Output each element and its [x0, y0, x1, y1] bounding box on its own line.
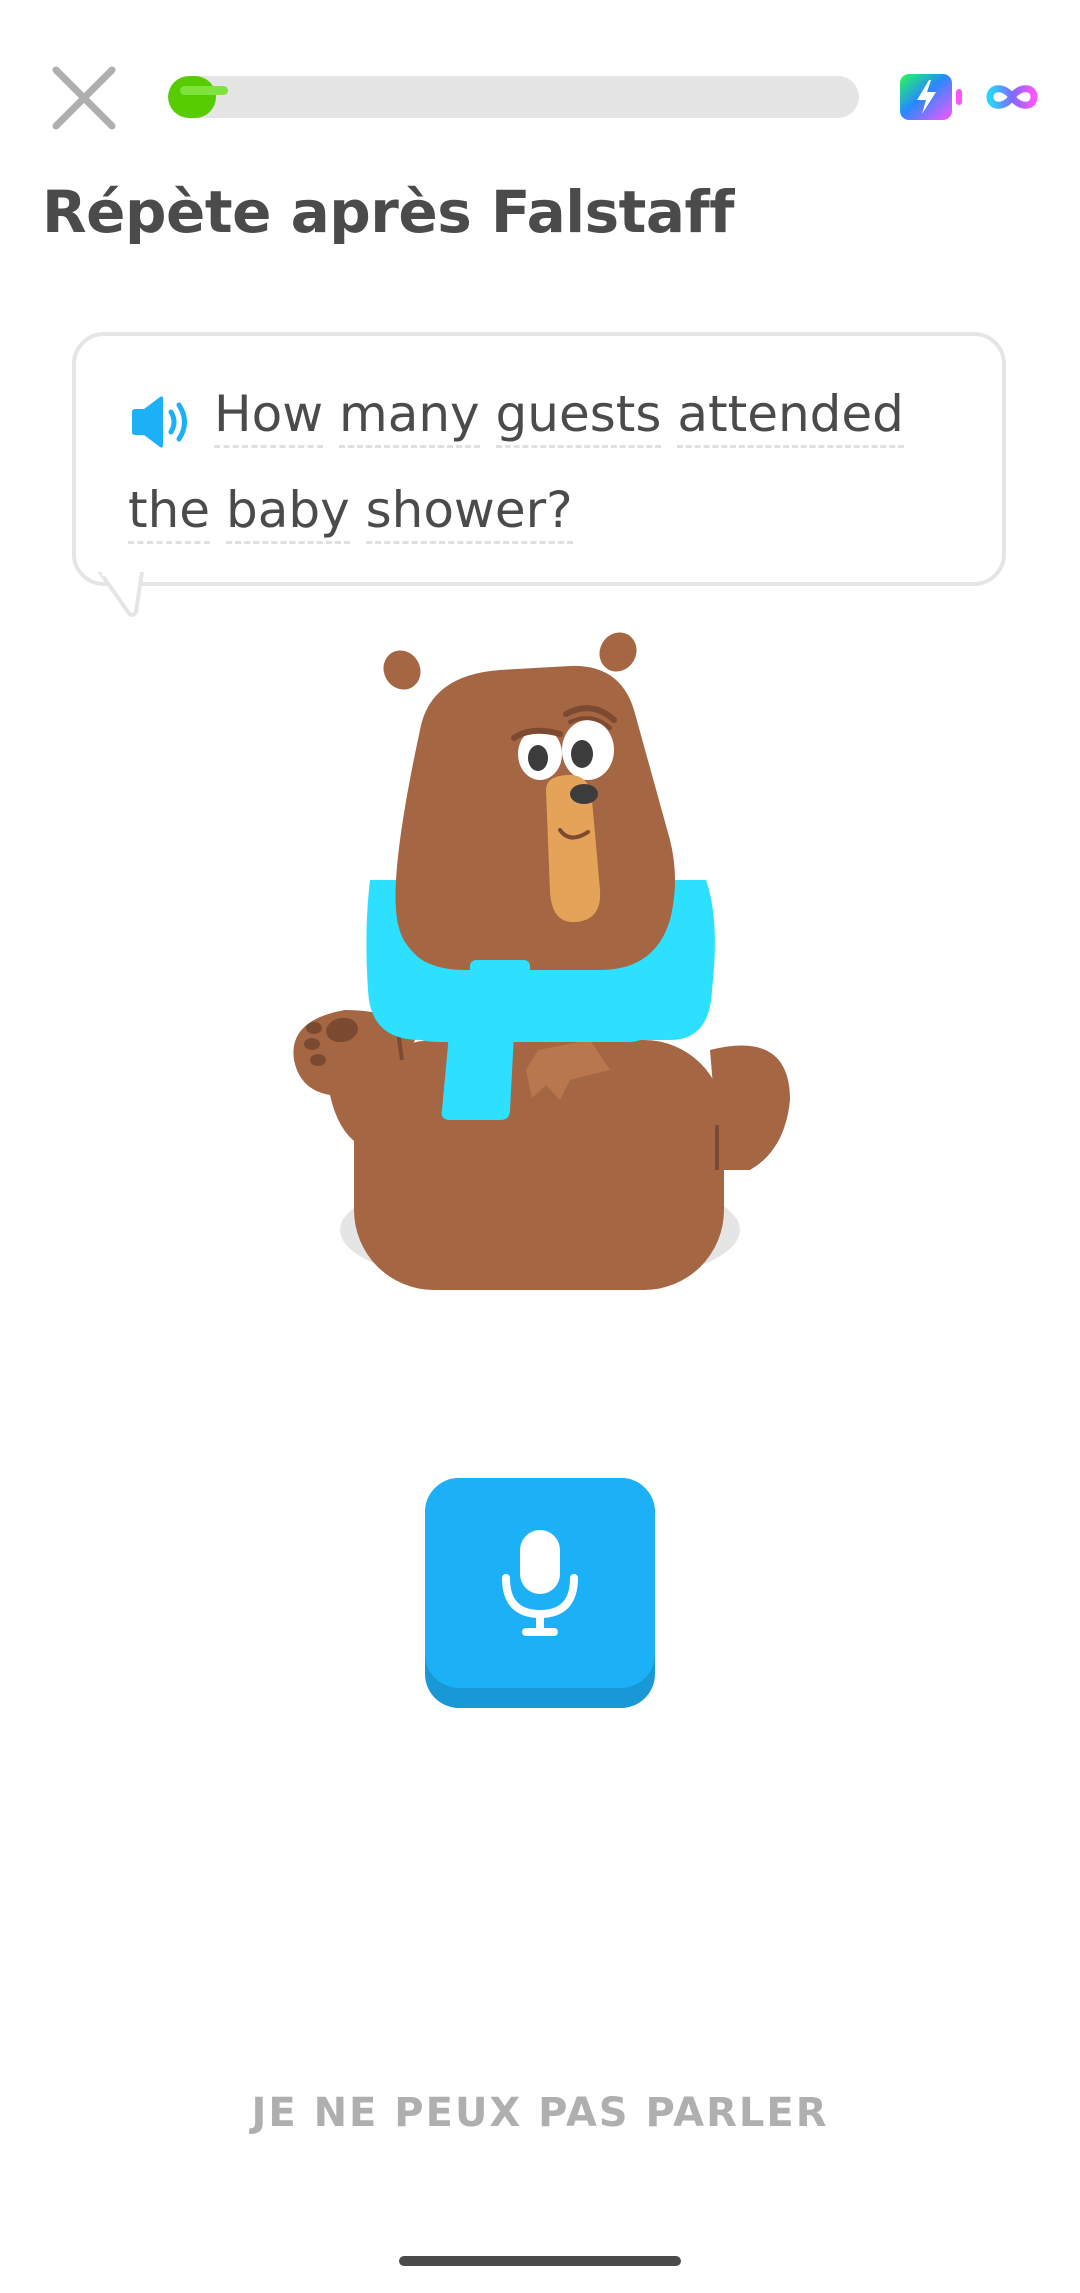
microphone-button[interactable] — [425, 1478, 655, 1708]
close-icon — [52, 66, 116, 130]
prompt-word[interactable]: How — [214, 385, 324, 448]
super-lightning-icon[interactable] — [900, 74, 964, 120]
progress-fill — [168, 76, 228, 118]
lesson-progress-bar — [168, 76, 859, 118]
prompt-word[interactable]: guests — [495, 385, 662, 448]
prompt-sentence: How many guests attended the baby shower… — [128, 366, 950, 558]
home-indicator[interactable] — [399, 2256, 681, 2266]
prompt-word[interactable]: shower? — [365, 481, 573, 544]
bubble-tail — [98, 572, 144, 617]
prompt-word[interactable]: the — [128, 481, 211, 544]
speaker-icon[interactable] — [128, 385, 192, 448]
close-button[interactable] — [48, 62, 120, 134]
infinity-icon[interactable] — [983, 80, 1041, 114]
page-title: Répète après Falstaff — [42, 178, 735, 246]
microphone-icon — [502, 1530, 578, 1636]
cant-speak-button[interactable]: JE NE PEUX PAS PARLER — [0, 2090, 1080, 2136]
prompt-word[interactable]: many — [339, 385, 480, 448]
lesson-screen: Répète après Falstaff How many guests at… — [0, 0, 1080, 2293]
prompt-word[interactable]: baby — [225, 481, 350, 544]
microphone-button-face — [425, 1478, 655, 1688]
prompt-word[interactable]: attended — [677, 385, 904, 448]
prompt-bubble: How many guests attended the baby shower… — [72, 332, 1006, 586]
progress-shine — [180, 86, 228, 95]
bear-character — [293, 632, 790, 1290]
